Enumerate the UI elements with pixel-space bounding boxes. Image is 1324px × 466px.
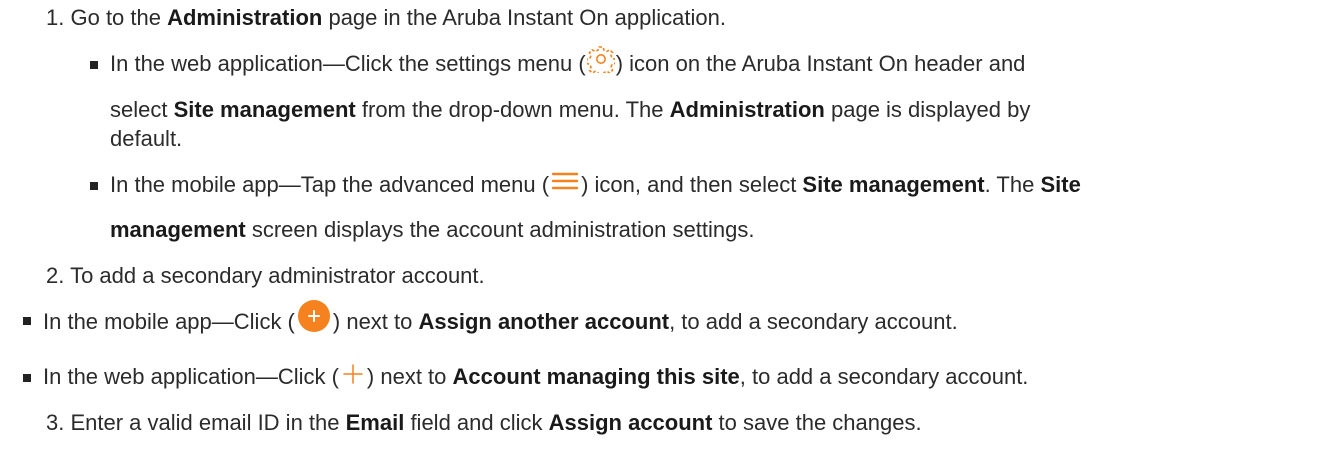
substep-text: screen displays the account administrati… bbox=[245, 217, 755, 242]
hamburger-menu-icon bbox=[549, 171, 581, 201]
bullet-text: ) next to bbox=[332, 308, 419, 334]
substep-text: page is displayed by bbox=[824, 97, 1031, 122]
step-text: field and click bbox=[404, 410, 549, 435]
email-emphasis: Email bbox=[345, 410, 405, 435]
step-3: 3. Enter a valid email ID in the Email f… bbox=[46, 408, 922, 438]
step-number: 2. bbox=[46, 263, 65, 288]
substep-text: select bbox=[110, 97, 174, 122]
bullet-text: In the mobile app—Click ( bbox=[43, 308, 295, 334]
step-1: 1. Go to the Administration page in the … bbox=[46, 3, 726, 33]
plus-icon bbox=[339, 363, 367, 393]
substep-text: from the drop-down menu. The bbox=[355, 97, 670, 122]
substep-web-line-3: default. bbox=[110, 124, 182, 154]
substep-text: ) icon, and then select bbox=[581, 172, 803, 197]
assign-another-account-emphasis: Assign another account bbox=[418, 308, 670, 334]
step-text: Go to the bbox=[70, 5, 168, 30]
step-text: To add a secondary administrator account… bbox=[70, 263, 485, 288]
step-number: 3. bbox=[46, 410, 65, 435]
bullet-marker bbox=[23, 317, 31, 325]
bullet-marker bbox=[23, 374, 31, 382]
plus-circle-icon bbox=[295, 300, 333, 341]
bullet-mobile-app: In the mobile app—Click ( ) next to Assi… bbox=[43, 300, 958, 341]
substep-mobile-line-2: management screen displays the account a… bbox=[110, 215, 754, 245]
administration-emphasis: Administration bbox=[669, 97, 825, 122]
substep-text: In the mobile app—Tap the advanced menu … bbox=[110, 172, 550, 197]
substep-text: . The bbox=[984, 172, 1041, 197]
substep-text: ) icon on the Aruba Instant On header an… bbox=[615, 51, 1026, 76]
bullet-web-application: In the web application—Click ( ) next to… bbox=[43, 362, 1028, 393]
step-number: 1. bbox=[46, 5, 65, 30]
bullet-text: In the web application—Click ( bbox=[43, 364, 339, 389]
step-text: to save the changes. bbox=[712, 410, 922, 435]
bullet-text: , to add a secondary account. bbox=[739, 364, 1029, 389]
step-2: 2. To add a secondary administrator acco… bbox=[46, 261, 485, 291]
management-emphasis: management bbox=[110, 217, 246, 242]
bullet-text: , to add a secondary account. bbox=[669, 308, 958, 334]
step-text: page in the Aruba Instant On application… bbox=[322, 5, 726, 30]
bullet-text: ) next to bbox=[366, 364, 453, 389]
bullet-marker bbox=[90, 182, 98, 190]
substep-mobile-line-1: In the mobile app—Tap the advanced menu … bbox=[110, 170, 1081, 201]
substep-text: In the web application—Click the setting… bbox=[110, 51, 586, 76]
site-management-emphasis: Site management bbox=[802, 172, 985, 197]
step-emphasis: Administration bbox=[167, 5, 323, 30]
bullet-marker bbox=[90, 61, 98, 69]
account-managing-this-site-emphasis: Account managing this site bbox=[452, 364, 740, 389]
substep-text: default. bbox=[110, 126, 183, 151]
site-emphasis: Site bbox=[1040, 172, 1081, 197]
site-management-emphasis: Site management bbox=[173, 97, 356, 122]
substep-web-line-1: In the web application—Click the setting… bbox=[110, 46, 1026, 81]
assign-account-emphasis: Assign account bbox=[548, 410, 713, 435]
substep-web-line-2: select Site management from the drop-dow… bbox=[110, 95, 1030, 125]
gear-icon bbox=[585, 46, 616, 81]
step-text: Enter a valid email ID in the bbox=[70, 410, 346, 435]
